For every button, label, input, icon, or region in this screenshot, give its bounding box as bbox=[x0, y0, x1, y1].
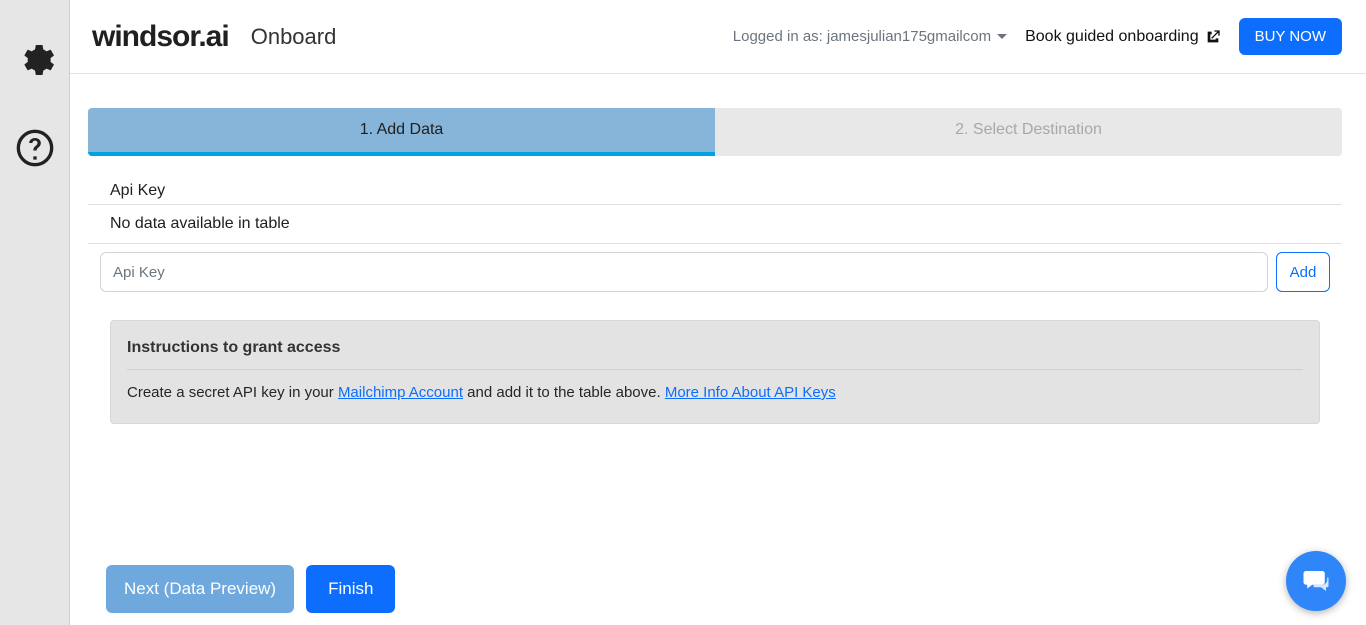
book-onboarding-link[interactable]: Book guided onboarding bbox=[1025, 28, 1220, 46]
content: 1. Add Data 2. Select Destination Api Ke… bbox=[70, 74, 1366, 625]
finish-button[interactable]: Finish bbox=[306, 565, 395, 613]
user-menu[interactable]: Logged in as: jamesjulian175gmailcom bbox=[733, 28, 1007, 45]
instructions-card: Instructions to grant access Create a se… bbox=[110, 320, 1320, 424]
help-button[interactable] bbox=[15, 128, 55, 168]
settings-button[interactable] bbox=[15, 40, 55, 80]
chevron-down-icon bbox=[997, 34, 1007, 39]
instructions-title: Instructions to grant access bbox=[127, 339, 1303, 370]
gear-icon bbox=[15, 40, 55, 80]
book-onboarding-label: Book guided onboarding bbox=[1025, 28, 1198, 46]
question-circle-icon bbox=[15, 128, 55, 168]
instructions-body: Create a secret API key in your Mailchim… bbox=[127, 384, 1303, 401]
api-key-input[interactable] bbox=[100, 252, 1268, 292]
mailchimp-account-link[interactable]: Mailchimp Account bbox=[338, 384, 463, 401]
buy-now-button[interactable]: BUY NOW bbox=[1239, 18, 1342, 55]
instr-text-middle: and add it to the table above. bbox=[463, 384, 665, 401]
tab-add-data[interactable]: 1. Add Data bbox=[88, 108, 715, 156]
chat-button[interactable] bbox=[1286, 551, 1346, 611]
logged-in-user: jamesjulian175gmailcom bbox=[827, 28, 991, 45]
instr-text-before: Create a secret API key in your bbox=[127, 384, 338, 401]
api-key-input-row: Add bbox=[100, 252, 1330, 292]
footer-buttons: Next (Data Preview) Finish bbox=[88, 565, 1342, 625]
external-link-icon bbox=[1205, 29, 1221, 45]
sidebar bbox=[0, 0, 70, 625]
api-key-table: Api Key No data available in table bbox=[88, 174, 1342, 244]
page-title: Onboard bbox=[251, 24, 337, 50]
chat-icon bbox=[1301, 566, 1331, 596]
tab-label: 1. Add Data bbox=[360, 121, 444, 139]
tab-select-destination[interactable]: 2. Select Destination bbox=[715, 108, 1342, 156]
tab-label: 2. Select Destination bbox=[955, 121, 1102, 139]
next-button[interactable]: Next (Data Preview) bbox=[106, 565, 294, 613]
topbar: windsor.ai Onboard Logged in as: jamesju… bbox=[70, 0, 1366, 74]
logo: windsor.ai bbox=[92, 20, 229, 54]
logged-in-prefix: Logged in as: bbox=[733, 28, 823, 45]
api-keys-info-link[interactable]: More Info About API Keys bbox=[665, 384, 836, 401]
main: windsor.ai Onboard Logged in as: jamesju… bbox=[70, 0, 1366, 625]
table-empty-row: No data available in table bbox=[88, 205, 1342, 243]
tabs: 1. Add Data 2. Select Destination bbox=[88, 108, 1342, 156]
add-button[interactable]: Add bbox=[1276, 252, 1330, 292]
table-header: Api Key bbox=[88, 174, 1342, 205]
